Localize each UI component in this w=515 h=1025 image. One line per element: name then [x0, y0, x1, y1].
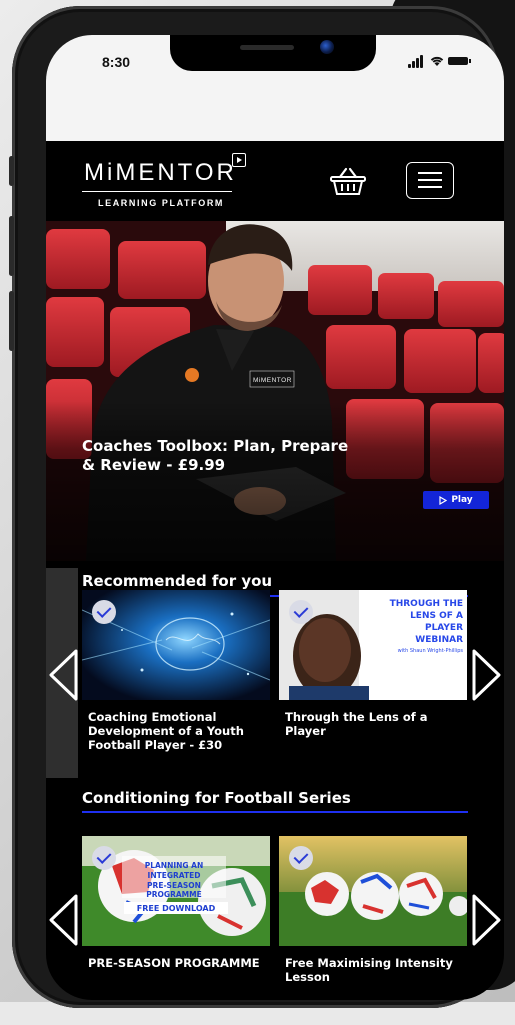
webinar-thumb-caption: with Shaun Wright-Phillips — [398, 648, 464, 654]
carousel-prev-arrow-icon[interactable] — [46, 892, 80, 948]
menu-bar — [418, 186, 442, 188]
app-header: MiMENTOR LEARNING PLATFORM — [46, 141, 504, 221]
webinar-thumb-text: LENS OF A — [410, 611, 463, 621]
signal-icon — [412, 61, 415, 68]
course-card-title: Through the Lens of a Player — [285, 710, 428, 738]
carousel-next-arrow-icon[interactable] — [470, 892, 504, 948]
carousel-next-arrow-icon[interactable] — [470, 647, 504, 703]
signal-icon — [408, 64, 411, 68]
battery-icon — [448, 57, 471, 65]
play-button[interactable]: Play — [423, 491, 489, 509]
logo-subtitle: LEARNING PLATFORM — [98, 198, 225, 208]
course-thumbnail — [279, 836, 467, 946]
mimentor-logo[interactable]: MiMENTOR LEARNING PLATFORM — [82, 153, 252, 213]
checkmark-icon — [92, 846, 116, 870]
logo-divider — [82, 191, 232, 192]
hero-gradient — [46, 401, 504, 561]
volume-down-button — [9, 291, 14, 351]
speaker — [240, 45, 294, 50]
thumb-text: PRE-SEASON — [147, 881, 201, 890]
play-icon — [439, 495, 448, 505]
thumb-text: INTEGRATED — [148, 871, 201, 880]
hero-title: Coaches Toolbox: Plan, Prepare & Review … — [82, 437, 349, 474]
course-thumbnail: THROUGH THE LENS OF A PLAYER WEBINAR wit… — [279, 590, 467, 700]
checkmark-icon — [289, 600, 313, 624]
menu-bar — [418, 172, 442, 174]
course-thumbnail: PLANNING AN INTEGRATED PRE-SEASON PROGRA… — [82, 836, 270, 946]
webinar-thumb-text: THROUGH THE — [390, 599, 463, 609]
checkmark-icon — [92, 600, 116, 624]
carousel-prev-arrow-icon[interactable] — [46, 647, 80, 703]
section-title-conditioning: Conditioning for Football Series — [82, 789, 351, 807]
webinar-thumb-text: PLAYER — [425, 623, 463, 633]
status-icons — [408, 54, 474, 68]
signal-icon — [420, 55, 423, 68]
hero-banner[interactable]: MiMENTOR Coaches Toolbox: Plan, Prepare … — [46, 221, 504, 561]
logo-text: MiMENTOR — [84, 159, 237, 186]
section-title-recommended: Recommended for you — [82, 572, 273, 590]
course-thumbnail — [82, 590, 270, 700]
checkmark-icon — [289, 846, 313, 870]
signal-icon — [416, 58, 419, 68]
phone-screen: 8:30 MiMENTOR LEARNING PLATFORM MiMENTOR… — [46, 35, 504, 1000]
basket-icon[interactable] — [329, 167, 367, 197]
front-camera — [320, 40, 334, 54]
mute-switch — [9, 156, 14, 186]
status-bar: 8:30 — [46, 35, 504, 141]
hamburger-menu-icon[interactable] — [406, 162, 454, 199]
course-card-title: PRE-SEASON PROGRAMME — [88, 956, 260, 970]
free-download-badge: FREE DOWNLOAD — [137, 904, 216, 913]
webinar-thumb-text: WEBINAR — [415, 635, 463, 645]
play-label: Play — [451, 495, 473, 505]
course-card-title: Free Maximising Intensity Lesson — [285, 956, 453, 984]
wifi-icon — [430, 56, 444, 66]
notch — [170, 35, 376, 71]
status-time: 8:30 — [102, 54, 131, 70]
jacket-logo: MiMENTOR — [253, 377, 292, 384]
thumb-text: PROGRAMME — [146, 890, 201, 899]
thumb-text: PLANNING AN — [145, 861, 204, 870]
section-divider — [82, 811, 468, 813]
course-card-title: Coaching Emotional Development of a Yout… — [88, 710, 244, 752]
logo-play-icon — [232, 153, 246, 167]
menu-bar — [418, 179, 442, 181]
volume-up-button — [9, 216, 14, 276]
phone-frame: 8:30 MiMENTOR LEARNING PLATFORM MiMENTOR… — [9, 6, 504, 1008]
